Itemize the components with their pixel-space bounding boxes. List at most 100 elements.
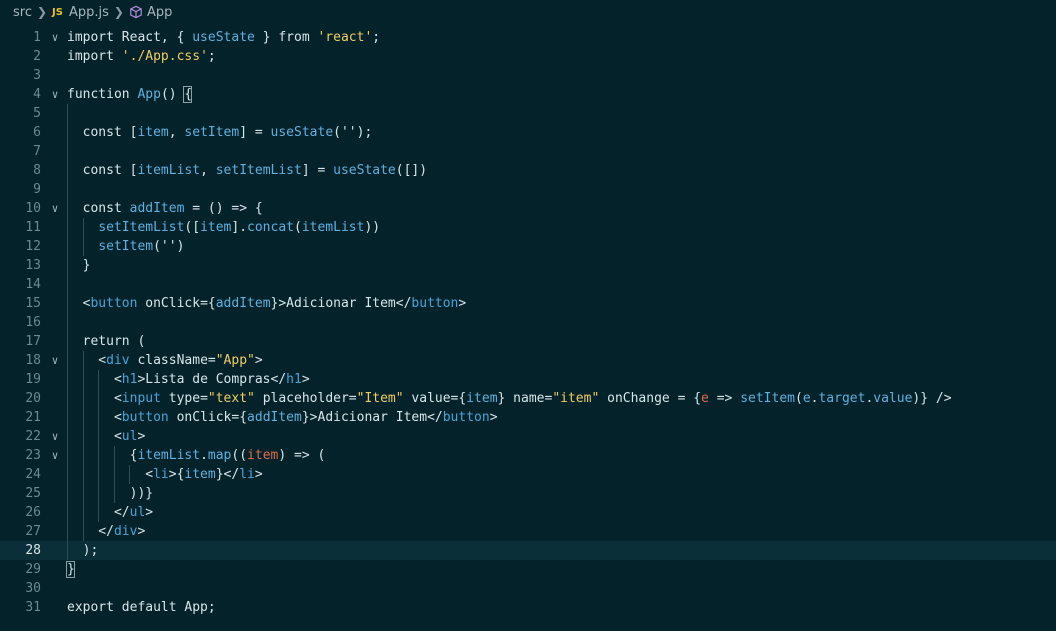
code-token: setItemList — [98, 220, 185, 235]
line-number: 17 — [25, 334, 41, 349]
line-number: 9 — [33, 182, 41, 197]
code-line[interactable]: 12 setItem('') — [0, 237, 1056, 256]
line-number: 28 — [25, 543, 41, 558]
code-token: < — [67, 429, 122, 444]
fold-chevron-icon[interactable]: ∨ — [48, 446, 62, 465]
code-line[interactable]: 7 — [0, 142, 1056, 161]
code-text: const [item, setItem] = useState(''); — [67, 123, 373, 142]
code-token: './App.css' — [121, 49, 208, 64]
code-line[interactable]: 3 — [0, 66, 1056, 85]
code-token: >Lista de Compras</ — [137, 372, 287, 387]
code-line[interactable]: 10 ∨ const addItem = () => { — [0, 199, 1056, 218]
breadcrumb-symbol[interactable]: App — [129, 5, 172, 20]
fold-chevron-icon[interactable]: ∨ — [48, 199, 62, 218]
code-token: export default App; — [67, 600, 216, 615]
code-token: onClick={ — [137, 296, 216, 311]
indent-guide — [82, 218, 84, 256]
code-token: placeholder= — [254, 391, 357, 406]
code-token: setItem — [740, 391, 795, 406]
code-token: div — [113, 524, 138, 539]
code-token: itemList — [137, 163, 201, 178]
fold-chevron-icon[interactable]: ∨ — [48, 28, 62, 47]
code-line[interactable]: 19 <h1>Lista de Compras</h1> — [0, 370, 1056, 389]
code-line[interactable]: 6 const [item, setItem] = useState(''); — [0, 123, 1056, 142]
code-text: <input type="text" placeholder="Item" va… — [67, 389, 952, 408]
code-token: return ( — [67, 334, 146, 349]
code-token: setItemList — [215, 163, 302, 178]
code-line[interactable]: 17 return ( — [0, 332, 1056, 351]
breadcrumb-folder[interactable]: src — [13, 5, 32, 20]
code-token: useState — [270, 125, 334, 140]
indent-guide — [82, 351, 84, 541]
code-token: () — [160, 87, 185, 102]
code-token: div — [106, 353, 130, 368]
code-line[interactable]: 14 — [0, 275, 1056, 294]
code-editor[interactable]: 1 ∨ import React, { useState } from 'react… — [0, 24, 1056, 631]
line-number: 27 — [25, 524, 41, 539]
fold-chevron-icon[interactable]: ∨ — [48, 351, 62, 370]
code-token: addItem — [129, 201, 185, 216]
code-token: className= — [129, 353, 216, 368]
code-line[interactable]: 26 </ul> — [0, 503, 1056, 522]
code-token: setItem — [184, 125, 240, 140]
code-token: ; — [372, 30, 381, 45]
code-token: ); — [67, 543, 99, 558]
code-token: const [ — [67, 125, 138, 140]
code-token: < — [67, 353, 107, 368]
code-token: value — [873, 391, 913, 406]
code-line[interactable]: 8 const [itemList, setItemList] = useSta… — [0, 161, 1056, 180]
code-token: > — [137, 524, 146, 539]
code-token: "text" — [207, 391, 255, 406]
code-line[interactable]: 30 — [0, 579, 1056, 598]
fold-chevron-icon[interactable]: ∨ — [48, 427, 62, 446]
code-line[interactable]: 20 <input type="text" placeholder="Item"… — [0, 389, 1056, 408]
line-number: 26 — [25, 505, 41, 520]
code-line[interactable]: 13 } — [0, 256, 1056, 275]
code-line[interactable]: 16 — [0, 313, 1056, 332]
indent-guide — [67, 104, 68, 560]
code-token: function — [67, 87, 138, 102]
code-text: const addItem = () => { — [67, 199, 263, 218]
code-line[interactable]: 23 ∨ {itemList.map((item) => ( — [0, 446, 1056, 465]
code-token: > — [145, 505, 154, 520]
code-token: }</ — [215, 467, 240, 482]
code-text: </ul> — [67, 503, 153, 522]
code-line[interactable]: 5 — [0, 104, 1056, 123]
code-line[interactable]: 15 <button onClick={addItem}>Adicionar I… — [0, 294, 1056, 313]
line-number: 16 — [25, 315, 41, 330]
code-line[interactable]: 9 — [0, 180, 1056, 199]
fold-chevron-icon[interactable]: ∨ — [48, 85, 62, 104]
code-line[interactable]: 4 ∨ function App() { — [0, 85, 1056, 104]
chevron-right-icon: ❯ — [36, 5, 48, 19]
code-token: setItem — [98, 239, 154, 254]
code-line[interactable]: 22 ∨ <ul> — [0, 427, 1056, 446]
code-line[interactable]: 28 ); — [0, 541, 1056, 560]
code-line[interactable]: 27 </div> — [0, 522, 1056, 541]
code-token: map — [207, 448, 232, 463]
breadcrumb-file[interactable]: JS App.js — [52, 5, 109, 20]
code-text: function App() { — [67, 85, 192, 104]
code-token: onClick={ — [168, 410, 248, 425]
code-line[interactable]: 31 export default App; — [0, 598, 1056, 617]
code-line[interactable]: 29} — [0, 560, 1056, 579]
code-token: "App" — [215, 353, 255, 368]
code-token: ] = — [301, 163, 334, 178]
code-token: "Item" — [356, 391, 404, 406]
line-number: 7 — [33, 144, 41, 159]
code-line[interactable]: 18 ∨ <div className="App"> — [0, 351, 1056, 370]
code-line[interactable]: 1 ∨ import React, { useState } from 'react… — [0, 28, 1056, 47]
code-token: value={ — [403, 391, 467, 406]
code-token: button — [442, 410, 490, 425]
code-line[interactable]: 2 import './App.css'; — [0, 47, 1056, 66]
code-token: > — [489, 410, 498, 425]
line-number: 23 — [25, 448, 41, 463]
code-text: </div> — [67, 522, 145, 541]
code-text: <div className="App"> — [67, 351, 263, 370]
code-line[interactable]: 24 <li>{item}</li> — [0, 465, 1056, 484]
code-token: e — [802, 391, 811, 406]
code-line[interactable]: 11 setItemList([item].concat(itemList)) — [0, 218, 1056, 237]
code-line[interactable]: 21 <button onClick={addItem}>Adicionar I… — [0, 408, 1056, 427]
code-token: li — [239, 467, 255, 482]
code-line[interactable]: 25 ))} — [0, 484, 1056, 503]
code-token: > — [254, 353, 263, 368]
